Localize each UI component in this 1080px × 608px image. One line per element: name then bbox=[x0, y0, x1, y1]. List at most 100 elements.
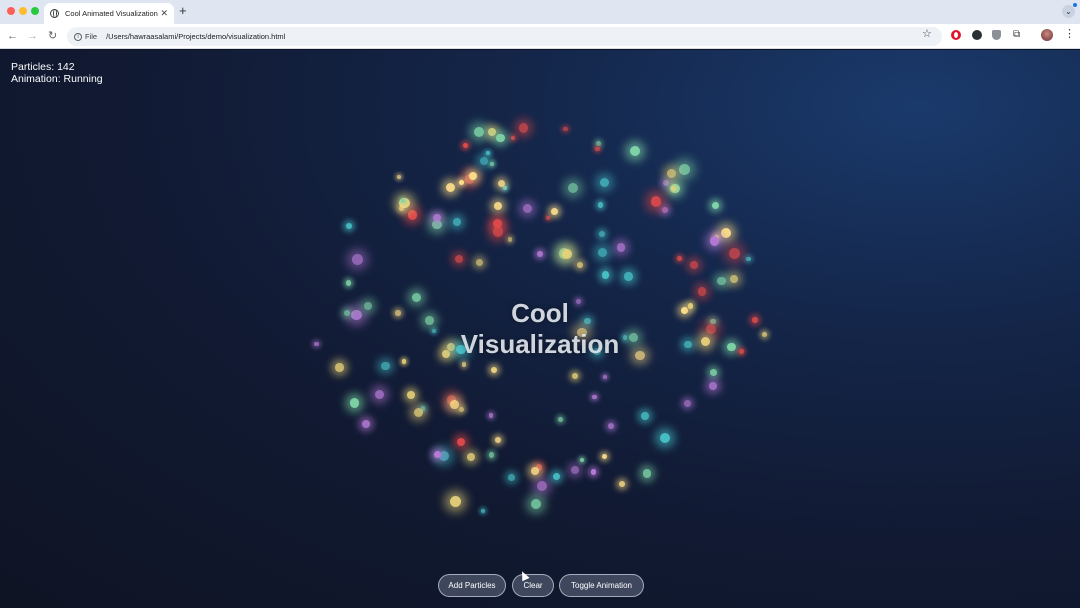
particle bbox=[531, 467, 539, 476]
particle bbox=[398, 205, 404, 211]
particle bbox=[407, 210, 418, 220]
browser-menu-icon[interactable]: ⋮ bbox=[1064, 28, 1075, 40]
particle bbox=[487, 128, 496, 136]
particle bbox=[397, 174, 402, 179]
particle bbox=[496, 133, 505, 143]
clear-button[interactable]: Clear bbox=[512, 574, 554, 597]
particle bbox=[570, 466, 579, 475]
particle bbox=[523, 204, 533, 214]
extensions-puzzle-icon[interactable]: ⧉ bbox=[1013, 29, 1020, 40]
particle bbox=[595, 147, 600, 152]
particle bbox=[476, 258, 484, 266]
reload-button[interactable]: ↻ bbox=[48, 29, 57, 43]
particle bbox=[592, 394, 597, 400]
particle bbox=[739, 349, 744, 355]
particle bbox=[729, 274, 739, 284]
particle bbox=[536, 250, 543, 257]
particle bbox=[346, 280, 352, 286]
particle bbox=[381, 361, 390, 371]
particle bbox=[661, 206, 669, 214]
new-tab-button[interactable]: + bbox=[179, 4, 187, 18]
particle bbox=[455, 254, 464, 263]
particle bbox=[568, 183, 579, 194]
particle bbox=[469, 172, 478, 181]
particle bbox=[450, 400, 459, 409]
particle bbox=[662, 179, 669, 186]
particle bbox=[503, 185, 508, 190]
address-url[interactable]: /Users/hawraasalami/Projects/demo/visual… bbox=[106, 32, 285, 41]
particle bbox=[563, 126, 568, 131]
particle bbox=[510, 135, 515, 140]
visualization-title: Cool Visualization bbox=[440, 298, 640, 360]
toggle-animation-button[interactable]: Toggle Animation bbox=[559, 574, 644, 597]
particle bbox=[598, 247, 607, 257]
particle bbox=[507, 237, 513, 243]
title-line-1: Cool bbox=[511, 298, 569, 328]
vpn-extension-icon[interactable] bbox=[972, 30, 982, 40]
particle bbox=[361, 420, 370, 428]
particle bbox=[689, 260, 698, 270]
particle bbox=[335, 363, 344, 372]
particle bbox=[616, 243, 626, 253]
particle bbox=[601, 271, 610, 279]
close-tab-icon[interactable]: ✕ bbox=[160, 9, 168, 18]
bookmark-star-icon[interactable]: ☆ bbox=[922, 28, 932, 40]
profile-avatar[interactable] bbox=[1041, 29, 1053, 41]
particle bbox=[599, 231, 606, 238]
particle bbox=[711, 201, 719, 209]
particle bbox=[488, 413, 494, 418]
particle bbox=[452, 217, 462, 226]
title-line-2: Visualization bbox=[460, 329, 620, 359]
particle bbox=[705, 323, 717, 335]
particle bbox=[681, 306, 689, 315]
particle bbox=[351, 309, 362, 321]
address-bar[interactable]: i File /Users/hawraasalami/Projects/demo… bbox=[67, 27, 942, 46]
particle bbox=[546, 216, 551, 221]
close-window-button[interactable] bbox=[7, 7, 15, 15]
particle bbox=[687, 303, 694, 309]
particle bbox=[458, 407, 464, 413]
visualization-page: Particles: 142 Animation: Running Cool V… bbox=[0, 50, 1080, 608]
maximize-window-button[interactable] bbox=[31, 7, 39, 15]
particle bbox=[558, 417, 564, 423]
particle bbox=[492, 218, 502, 228]
browser-toolbar: ← → ↻ i File /Users/hawraasalami/Project… bbox=[0, 24, 1080, 49]
control-bar: Add Particles Clear Toggle Animation bbox=[0, 574, 1080, 598]
particle bbox=[752, 317, 759, 324]
particle bbox=[497, 179, 505, 187]
particle bbox=[679, 164, 691, 175]
add-particles-button[interactable]: Add Particles bbox=[438, 574, 506, 597]
particle bbox=[537, 480, 548, 491]
particle bbox=[507, 473, 516, 481]
particle bbox=[618, 480, 626, 488]
opera-extension-icon[interactable] bbox=[951, 30, 961, 40]
particle bbox=[413, 408, 424, 418]
particle bbox=[374, 389, 385, 399]
particle bbox=[530, 499, 541, 510]
particle bbox=[431, 329, 436, 334]
particle bbox=[352, 254, 363, 265]
particle bbox=[411, 292, 421, 303]
forward-button[interactable]: → bbox=[27, 29, 38, 43]
browser-tab-bar: Cool Animated Visualization ✕ + ⌄ bbox=[0, 0, 1080, 24]
particle bbox=[486, 150, 491, 155]
back-button[interactable]: ← bbox=[7, 29, 18, 43]
particle bbox=[401, 359, 406, 364]
notification-dot bbox=[1073, 3, 1077, 7]
particle bbox=[700, 336, 711, 347]
particle bbox=[677, 255, 683, 261]
particle bbox=[314, 341, 319, 347]
particle bbox=[683, 340, 692, 349]
particle bbox=[462, 143, 468, 149]
tab-title: Cool Animated Visualization bbox=[65, 9, 158, 18]
site-info-icon[interactable]: i bbox=[74, 32, 82, 41]
particle bbox=[659, 432, 671, 443]
particle bbox=[595, 141, 601, 146]
tab-search-button[interactable]: ⌄ bbox=[1062, 5, 1075, 18]
particle bbox=[424, 315, 434, 325]
browser-tab[interactable]: Cool Animated Visualization ✕ bbox=[44, 3, 174, 24]
shield-extension-icon[interactable] bbox=[992, 30, 1001, 40]
particle bbox=[650, 196, 662, 207]
minimize-window-button[interactable] bbox=[19, 7, 27, 15]
particle bbox=[624, 272, 633, 281]
